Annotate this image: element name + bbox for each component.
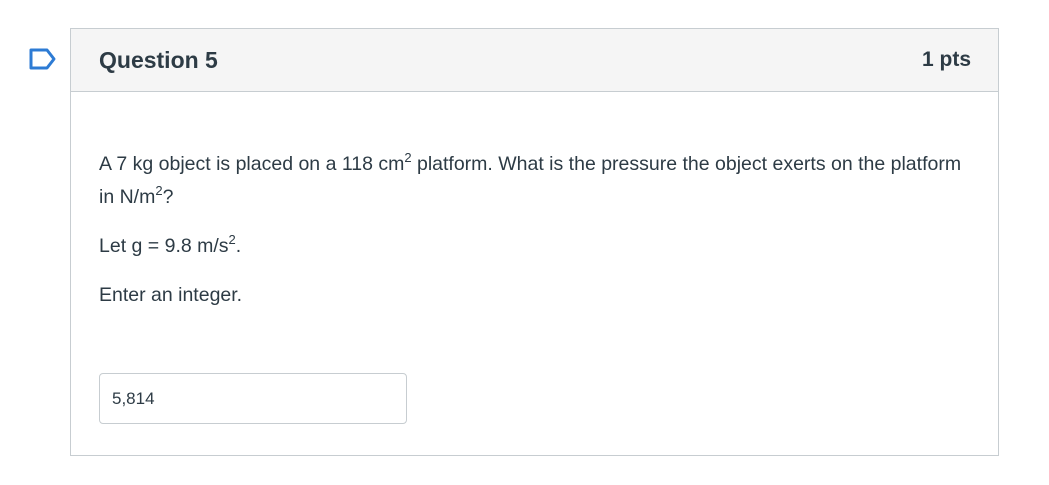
flag-question-icon[interactable] [29,48,57,70]
superscript: 2 [155,182,163,198]
question-given: Let g = 9.8 m/s2. [99,230,970,263]
question-header: Question 5 1 pts [71,29,998,92]
question-body: A 7 kg object is placed on a 118 cm2 pla… [71,92,998,424]
prompt-text-part: ? [162,186,174,208]
question-card: Question 5 1 pts A 7 kg object is placed… [70,28,999,456]
question-title: Question 5 [99,46,218,73]
question-prompt: A 7 kg object is placed on a 118 cm2 pla… [99,148,970,214]
superscript: 2 [404,149,412,165]
given-text-part: Let g = 9.8 m/s [99,235,229,257]
question-instruction: Enter an integer. [99,284,243,306]
prompt-text-part: A 7 kg object is placed on a 118 cm [99,153,405,175]
superscript: 2 [228,231,236,247]
question-points: 1 pts [921,48,971,71]
answer-input[interactable] [99,373,407,424]
given-text-part: . [235,235,242,257]
